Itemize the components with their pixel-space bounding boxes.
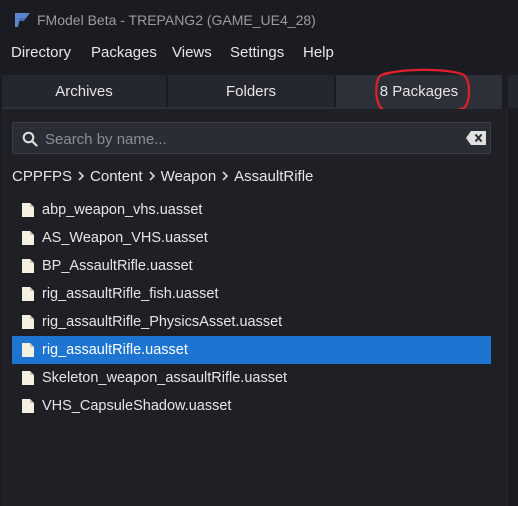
fmodel-logo-icon (15, 13, 30, 27)
chevron-right-icon (145, 166, 159, 186)
file-name: abp_weapon_vhs.uasset (42, 202, 203, 218)
file-row[interactable]: rig_assaultRifle_PhysicsAsset.uasset (12, 308, 491, 336)
tab-packages[interactable]: 8 Packages (336, 75, 502, 108)
file-icon (22, 259, 34, 273)
file-name: rig_assaultRifle.uasset (42, 342, 188, 358)
file-list: abp_weapon_vhs.uasset AS_Weapon_VHS.uass… (12, 196, 491, 420)
file-row[interactable]: Skeleton_weapon_assaultRifle.uasset (12, 364, 491, 392)
file-icon (22, 287, 34, 301)
file-row[interactable]: VHS_CapsuleShadow.uasset (12, 392, 491, 420)
panel-divider (506, 108, 507, 506)
tab-folders[interactable]: Folders (168, 75, 334, 108)
file-icon (22, 203, 34, 217)
menu-settings[interactable]: Settings (230, 44, 284, 61)
breadcrumb-item[interactable]: Weapon (161, 168, 217, 185)
tab-archives-label: Archives (55, 83, 113, 100)
file-name: BP_AssaultRifle.uasset (42, 258, 193, 274)
clear-input-icon[interactable] (465, 130, 487, 146)
title-bar: FModel Beta - TREPANG2 (GAME_UE4_28) (0, 0, 518, 38)
menu-directory[interactable]: Directory (11, 44, 71, 61)
file-name: AS_Weapon_VHS.uasset (42, 230, 208, 246)
breadcrumb-item[interactable]: AssaultRifle (234, 168, 313, 185)
tab-strip: Archives Folders 8 Packages (0, 75, 518, 108)
breadcrumb-item[interactable]: Content (90, 168, 143, 185)
file-name: Skeleton_weapon_assaultRifle.uasset (42, 370, 288, 386)
file-name: rig_assaultRifle_PhysicsAsset.uasset (42, 314, 283, 330)
menu-views[interactable]: Views (172, 44, 212, 61)
tab-folders-label: Folders (225, 83, 277, 100)
file-row[interactable]: AS_Weapon_VHS.uasset (12, 224, 491, 252)
file-icon (22, 399, 34, 413)
tab-archives[interactable]: Archives (2, 75, 166, 108)
file-row[interactable]: abp_weapon_vhs.uasset (12, 196, 491, 224)
menu-packages[interactable]: Packages (91, 44, 157, 61)
search-input[interactable] (43, 127, 457, 151)
breadcrumb-item[interactable]: CPPFPS (12, 168, 72, 185)
breadcrumb: CPPFPS Content Weapon AssaultRifle (12, 166, 313, 186)
file-name: rig_assaultRifle_fish.uasset (42, 286, 219, 302)
menu-bar: Directory Packages Views Settings Help (0, 38, 518, 68)
file-icon (22, 315, 34, 329)
chevron-right-icon (218, 166, 232, 186)
file-icon (22, 231, 34, 245)
file-icon (22, 371, 34, 385)
menu-help[interactable]: Help (303, 44, 334, 61)
search-box (12, 122, 491, 154)
file-row[interactable]: BP_AssaultRifle.uasset (12, 252, 491, 280)
search-icon (22, 131, 38, 147)
chevron-right-icon (74, 166, 88, 186)
file-icon (22, 343, 34, 357)
file-row[interactable]: rig_assaultRifle_fish.uasset (12, 280, 491, 308)
file-name: VHS_CapsuleShadow.uasset (42, 398, 232, 414)
file-row-selected[interactable]: rig_assaultRifle.uasset (12, 336, 491, 364)
tab-packages-label: 8 Packages (379, 83, 459, 100)
window-title: FModel Beta - TREPANG2 (GAME_UE4_28) (37, 12, 316, 28)
adjacent-panel-edge (508, 75, 518, 108)
